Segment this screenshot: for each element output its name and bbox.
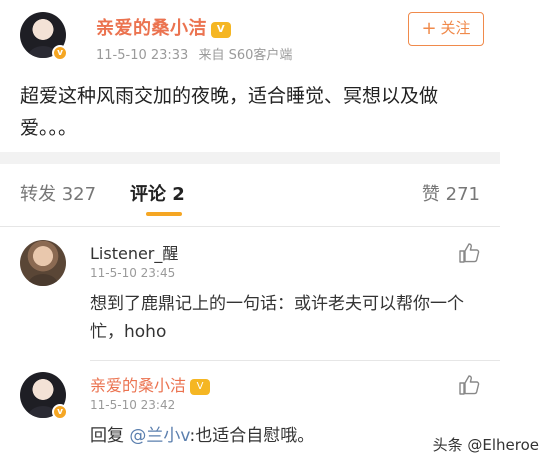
divider <box>0 152 500 164</box>
interaction-tabs: 转发 327 评论 2 赞 271 <box>20 180 490 220</box>
reply-prefix: 回复 <box>90 426 130 446</box>
post-header: v 亲爱的桑小洁 V 11-5-10 23:33 来自 S60客户端 + 关注 <box>20 12 500 64</box>
comment-item: Listener_醒 11-5-10 23:45 想到了鹿鼎记上的一句话：或许老… <box>20 240 490 360</box>
tab-comment[interactable]: 评论 2 <box>130 180 185 206</box>
divider <box>90 360 500 361</box>
follow-label: 关注 <box>440 19 471 37</box>
tab-like[interactable]: 赞 271 <box>422 180 480 206</box>
comment-username[interactable]: 亲爱的桑小洁 V <box>90 372 211 396</box>
post-username-text[interactable]: 亲爱的桑小洁 <box>96 18 207 39</box>
comment-username[interactable]: Listener_醒 <box>90 240 178 264</box>
mention-link[interactable]: @兰小v <box>129 426 189 446</box>
thumbs-up-icon[interactable] <box>458 374 482 396</box>
follow-button[interactable]: + 关注 <box>408 12 484 46</box>
avatar[interactable] <box>20 240 66 286</box>
plus-icon: + <box>421 18 437 39</box>
comment-time: 11-5-10 23:42 <box>90 398 176 412</box>
tab-repost[interactable]: 转发 327 <box>20 180 96 206</box>
comment-username-text[interactable]: 亲爱的桑小洁 <box>90 376 186 395</box>
comment-text: 回复 @兰小v:也适合自慰哦。 <box>90 422 470 450</box>
comment-text: 想到了鹿鼎记上的一句话：或许老夫可以帮你一个忙，hoho <box>90 294 464 342</box>
crown-icon: V <box>211 22 231 38</box>
watermark: 头条 @Elheroe <box>432 436 539 454</box>
tab-active-indicator <box>146 212 182 216</box>
post-username[interactable]: 亲爱的桑小洁 V <box>96 14 231 40</box>
verified-badge-icon: v <box>52 404 68 420</box>
thumbs-up-icon[interactable] <box>458 242 482 264</box>
post-source: 来自 S60客户端 <box>198 48 293 63</box>
post-text: 超爱这种风雨交加的夜晚，适合睡觉、冥想以及做爱。。。 <box>20 85 439 139</box>
divider <box>0 226 500 227</box>
post-meta: 11-5-10 23:33 来自 S60客户端 <box>96 44 298 63</box>
reply-body: :也适合自慰哦。 <box>189 426 315 446</box>
comment-item: v 亲爱的桑小洁 V 11-5-10 23:42 回复 @兰小v:也适合自慰哦。 <box>20 372 490 462</box>
crown-icon: V <box>190 379 211 395</box>
post-timestamp: 11-5-10 23:33 <box>96 48 189 63</box>
verified-badge-icon: v <box>52 45 68 61</box>
comment-time: 11-5-10 23:45 <box>90 266 176 280</box>
